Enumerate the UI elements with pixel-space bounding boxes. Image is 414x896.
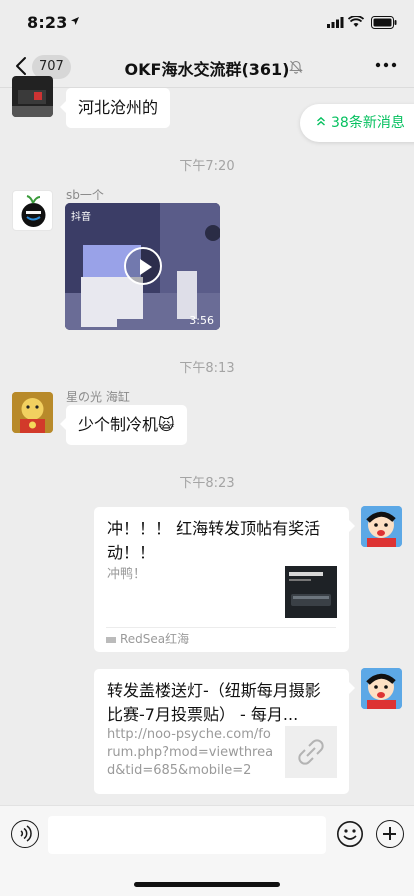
card-link-thumbnail: [285, 726, 337, 778]
voice-button[interactable]: [11, 820, 39, 848]
message-bubble[interactable]: 少个制冷机🙀: [60, 405, 187, 445]
up-arrow-icon: [317, 116, 325, 126]
more-icon[interactable]: [375, 62, 397, 68]
mute-icon: [289, 60, 303, 74]
avatar[interactable]: [12, 190, 53, 231]
card-source-name: RedSea红海: [120, 632, 190, 646]
sender-name: sb一个: [66, 188, 104, 202]
new-messages-button[interactable]: 38条新消息: [300, 104, 414, 142]
status-bar: 8:23: [0, 0, 414, 44]
status-time: 8:23: [27, 13, 68, 32]
avatar[interactable]: [12, 76, 53, 117]
home-indicator: [134, 882, 280, 887]
message-bubble[interactable]: 河北沧州的: [59, 88, 171, 128]
self-avatar[interactable]: [361, 668, 402, 709]
link-card[interactable]: 转发盖楼送灯-（纽斯每月摄影比赛-7月投票贴） - 每月... http://n…: [94, 669, 355, 794]
signal-icon: [327, 17, 344, 28]
cartoon-avatar-image: [361, 506, 402, 547]
video-message[interactable]: 抖音 3:56: [65, 203, 220, 330]
self-avatar[interactable]: [361, 506, 402, 547]
card-title: 冲！！！ 红海转发顶帖有奖活动！！: [107, 519, 321, 562]
card-source: RedSea红海: [106, 627, 336, 649]
link-card[interactable]: 冲！！！ 红海转发顶帖有奖活动！！ 冲鸭！ RedSea红海: [94, 507, 355, 652]
avatar[interactable]: [12, 392, 53, 433]
timestamp: 下午7:20: [179, 159, 235, 174]
card-title: 转发盖楼送灯-（纽斯每月摄影比赛-7月投票贴） - 每月...: [107, 681, 321, 724]
douyin-label: 抖音: [71, 212, 91, 223]
timestamp: 下午8:23: [179, 476, 235, 491]
location-arrow-icon: [71, 17, 79, 25]
play-icon[interactable]: [124, 247, 162, 285]
card-description: 冲鸭！: [107, 567, 147, 582]
battery-icon: [371, 16, 397, 29]
timestamp: 下午8:13: [179, 361, 235, 376]
new-messages-label: 38条新消息: [331, 115, 405, 131]
sender-name: 星の光 海缸: [66, 390, 130, 404]
card-description: http://noo-psyche.com/forum.php?mod=view…: [107, 727, 274, 778]
chat-title: OKF海水交流群(361): [124, 60, 290, 79]
cartoon-avatar-image: [361, 668, 402, 709]
chat-header: 707 OKF海水交流群(361): [0, 44, 414, 88]
lucky-cat-avatar-image: [12, 392, 53, 433]
plus-icon[interactable]: [376, 820, 404, 848]
wifi-icon: [348, 16, 364, 27]
message-input[interactable]: [48, 816, 326, 854]
fishbowl-avatar-image: [21, 195, 46, 227]
link-icon: [298, 739, 324, 765]
source-logo-icon: [106, 636, 116, 643]
video-duration: 3:56: [189, 314, 214, 327]
emoji-icon[interactable]: [336, 820, 364, 848]
voice-icon: [20, 825, 32, 842]
card-thumbnail: [285, 566, 337, 618]
